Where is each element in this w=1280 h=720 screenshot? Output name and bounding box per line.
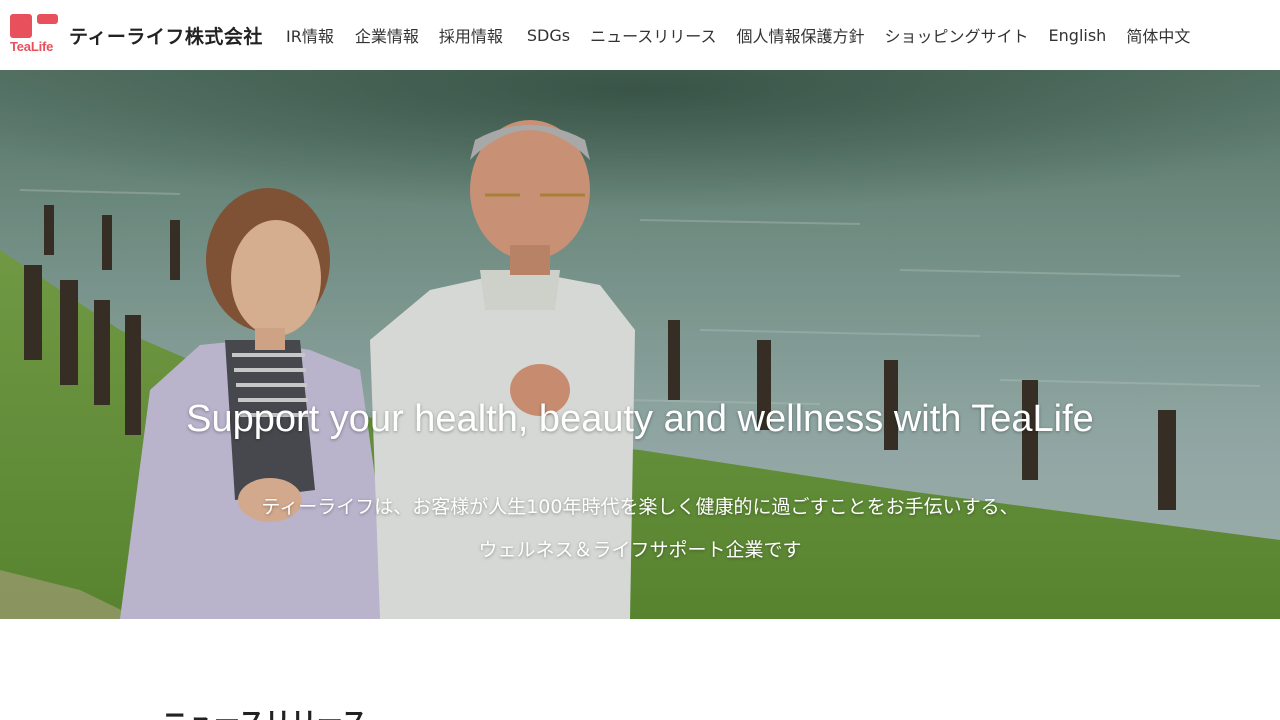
hero-title: Support your health, beauty and wellness… xyxy=(186,398,1094,440)
nav-item-ir[interactable]: IR情報 xyxy=(276,23,344,47)
nav-item-news[interactable]: ニュースリリース xyxy=(580,23,726,47)
nav-item-sdgs[interactable]: SDGs xyxy=(517,26,580,45)
site-header: TeaLife ティーライフ株式会社 IR情報 企業情報 採用情報 SDGs ニ… xyxy=(0,0,1280,70)
tealife-logo[interactable]: TeaLife xyxy=(10,14,60,54)
logo-wordmark: TeaLife xyxy=(10,39,54,54)
hero-subtitle-line1: ティーライフは、お客様が人生100年時代を楽しく健康的に過ごすことをお手伝いする… xyxy=(261,496,1019,518)
nav-item-chinese[interactable]: 简体中文 xyxy=(1116,23,1200,47)
news-section-title: ニュースリリース xyxy=(162,702,367,720)
nav-item-privacy[interactable]: 個人情報保護方針 xyxy=(727,23,875,47)
company-name[interactable]: ティーライフ株式会社 xyxy=(69,22,263,49)
hero-banner: Support your health, beauty and wellness… xyxy=(0,70,1280,619)
nav-item-english[interactable]: English xyxy=(1039,26,1117,45)
nav-item-shopping[interactable]: ショッピングサイト xyxy=(875,23,1039,47)
main-nav: IR情報 企業情報 採用情報 SDGs ニュースリリース 個人情報保護方針 ショ… xyxy=(276,0,1200,70)
nav-item-recruit[interactable]: 採用情報 xyxy=(429,23,513,47)
logo-mark-icon xyxy=(10,14,58,38)
hero-subtitle-line2: ウェルネス＆ライフサポート企業です xyxy=(478,539,802,561)
nav-item-company[interactable]: 企業情報 xyxy=(345,23,429,47)
